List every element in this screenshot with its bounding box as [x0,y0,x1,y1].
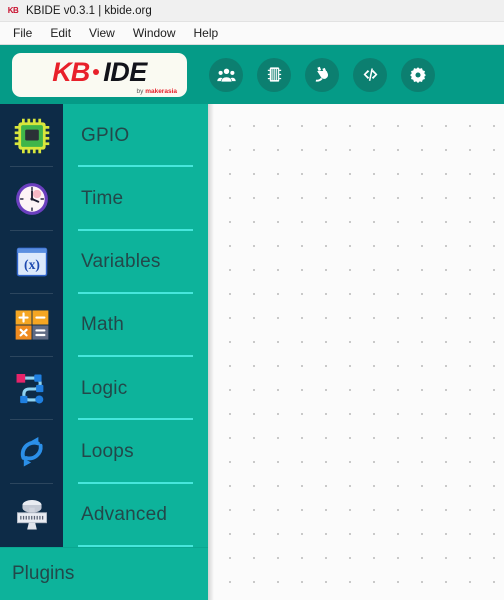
window-titlebar: KB KBIDE v0.3.1 | kbide.org [0,0,504,22]
category-icon-column: (x) [0,104,63,547]
board-button[interactable] [257,57,291,92]
category-area: (x) GPIO Time Variables Math Logic Loops… [0,104,208,548]
logo-byline-prefix: by [136,87,146,95]
users-icon [216,68,236,82]
sidebar-item-label: Variables [81,251,161,273]
ic-package-icon [16,500,47,530]
chip-icon [267,67,281,82]
canvas-edge-shadow [208,104,214,600]
sidebar-icon-logic[interactable] [0,357,63,421]
community-button[interactable] [209,57,243,92]
blocks-sidebar: (x) GPIO Time Variables Math Logic Loops… [0,104,208,600]
menu-edit[interactable]: Edit [41,24,80,42]
plug-icon [315,66,328,82]
logic-nodes-icon [16,373,43,404]
sidebar-item-label: Math [81,314,125,336]
loop-arrows-icon [20,437,43,467]
settings-button[interactable] [401,57,435,92]
window-title: KBIDE v0.3.1 | kbide.org [26,4,152,17]
svg-text:(x): (x) [24,257,40,273]
port-button[interactable] [305,57,339,92]
sidebar-icon-loops[interactable] [0,420,63,484]
sidebar-item-loops[interactable]: Loops [63,420,208,484]
sidebar-item-math[interactable]: Math [63,294,208,358]
menu-window[interactable]: Window [124,24,185,42]
sidebar-item-label: GPIO [81,124,130,146]
gpio-chip-icon [14,118,49,153]
sidebar-icon-variables[interactable]: (x) [0,231,63,295]
plugins-label: Plugins [12,563,75,584]
sidebar-item-plugins[interactable]: Plugins [0,547,208,600]
logo-dot-icon [93,68,100,75]
sidebar-item-time[interactable]: Time [63,167,208,231]
sidebar-item-variables[interactable]: Variables [63,231,208,295]
sidebar-item-advanced[interactable]: Advanced [63,484,208,548]
app-header: KB IDE by makerasia [0,45,504,104]
sidebar-icon-advanced[interactable] [0,484,63,547]
logo-kb-text: KB [52,57,90,87]
menubar: File Edit View Window Help [0,22,504,45]
app-body: (x) GPIO Time Variables Math Logic Loops… [0,104,504,600]
sidebar-item-gpio[interactable]: GPIO [63,104,208,168]
clock-icon [15,183,48,215]
sidebar-item-label: Logic [81,377,128,399]
sidebar-icon-math[interactable] [0,294,63,358]
logo-byline-brand: makerasia [145,87,177,95]
calculator-icon [15,310,48,341]
kbide-logo[interactable]: KB IDE by makerasia [12,52,187,97]
code-button[interactable] [353,57,387,92]
menu-view[interactable]: View [80,24,124,42]
code-icon [363,68,377,81]
category-label-column: GPIO Time Variables Math Logic Loops Adv… [63,104,208,548]
variable-x-icon: (x) [16,247,47,277]
header-toolbar [209,57,435,92]
menu-file[interactable]: File [4,24,41,42]
sidebar-item-logic[interactable]: Logic [63,357,208,421]
logo-byline: by makerasia [137,88,177,95]
blockly-canvas[interactable] [208,104,504,600]
sidebar-item-label: Time [81,187,124,209]
sidebar-item-label: Advanced [81,504,168,526]
kbide-favicon: KB [7,6,19,15]
sidebar-icon-time[interactable] [0,167,63,231]
gear-icon [410,66,426,83]
sidebar-item-label: Loops [81,441,134,463]
logo-ide-text: IDE [103,57,147,87]
sidebar-icon-gpio[interactable] [0,104,63,168]
menu-help[interactable]: Help [185,24,228,42]
